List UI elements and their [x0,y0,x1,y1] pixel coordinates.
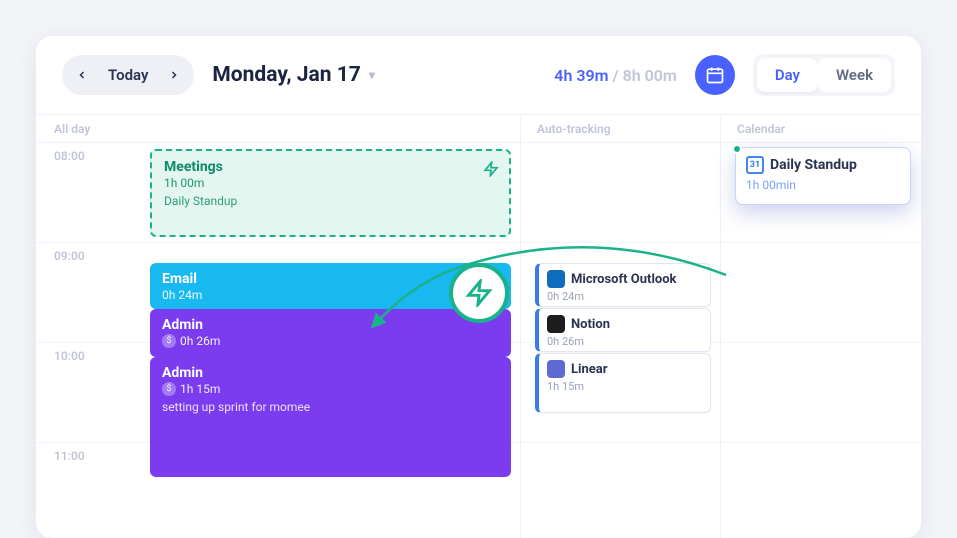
event-title: Admin [162,317,499,333]
hour-rows: 08:00 09:00 10:00 11:00 Meetings 1h 00m … [36,143,921,538]
app-window: Today Monday, Jan 17 ▾ 4h 39m / 8h 00m D… [36,36,921,538]
tracked-time: 4h 39m [554,66,608,85]
hour-label: 08:00 [36,143,136,242]
billable-icon: $ [162,334,176,348]
week-tab[interactable]: Week [818,58,891,92]
event-admin-1[interactable]: Admin $0h 26m [150,309,511,357]
next-button[interactable] [158,59,190,91]
today-button[interactable]: Today [98,66,158,84]
date-nav: Today [62,55,194,95]
time-totals: 4h 39m / 8h 00m [554,66,677,85]
event-duration: $1h 15m [162,382,499,396]
bolt-badge [449,263,509,323]
billable-icon: $ [162,382,176,396]
calendar-event-title: Daily Standup [770,157,857,173]
linear-icon [547,360,565,378]
hour-label: 09:00 [36,243,136,342]
event-title: Admin [162,365,499,381]
auto-duration: 0h 24m [547,290,702,303]
event-admin-2[interactable]: Admin $1h 15m setting up sprint for mome… [150,357,511,477]
auto-card-outlook[interactable]: Microsoft Outlook 0h 24m [535,263,711,307]
calendar-event-duration: 1h 00min [746,178,900,192]
auto-card-linear[interactable]: Linear 1h 15m [535,353,711,413]
google-calendar-icon: 31 [746,156,764,174]
outlook-icon [547,270,565,288]
auto-duration: 1h 15m [547,380,702,393]
header-toolbar: Today Monday, Jan 17 ▾ 4h 39m / 8h 00m D… [36,36,921,114]
notion-icon [547,315,565,333]
event-note: setting up sprint for momee [162,400,499,414]
hour-label: 10:00 [36,343,136,442]
event-note: Daily Standup [164,194,497,208]
auto-card-notion[interactable]: Notion 0h 26m [535,308,711,352]
event-duration: 1h 00m [164,176,497,190]
hour-label: 11:00 [36,443,136,538]
auto-duration: 0h 26m [547,335,702,348]
sync-dot-icon [732,144,742,154]
calendar-icon-button[interactable] [695,55,735,95]
auto-tracking-label: Auto-tracking [521,115,721,142]
allday-label: All day [36,115,136,142]
calendar-event-card[interactable]: 31 Daily Standup 1h 00min [735,147,911,205]
bolt-icon [483,161,499,181]
caret-down-icon: ▾ [369,68,375,82]
event-meetings[interactable]: Meetings 1h 00m Daily Standup [150,149,511,237]
event-duration: $0h 26m [162,334,499,348]
total-time: 8h 00m [623,66,677,85]
day-tab[interactable]: Day [757,58,818,92]
date-text: Monday, Jan 17 [212,63,360,87]
date-title[interactable]: Monday, Jan 17 ▾ [212,63,374,87]
column-headers: All day Auto-tracking Calendar [36,115,921,143]
view-segment: Day Week [753,54,895,96]
calendar-label: Calendar [721,115,921,142]
prev-button[interactable] [66,59,98,91]
event-title: Meetings [164,159,497,175]
calendar-grid: All day Auto-tracking Calendar 08:00 09:… [36,114,921,538]
